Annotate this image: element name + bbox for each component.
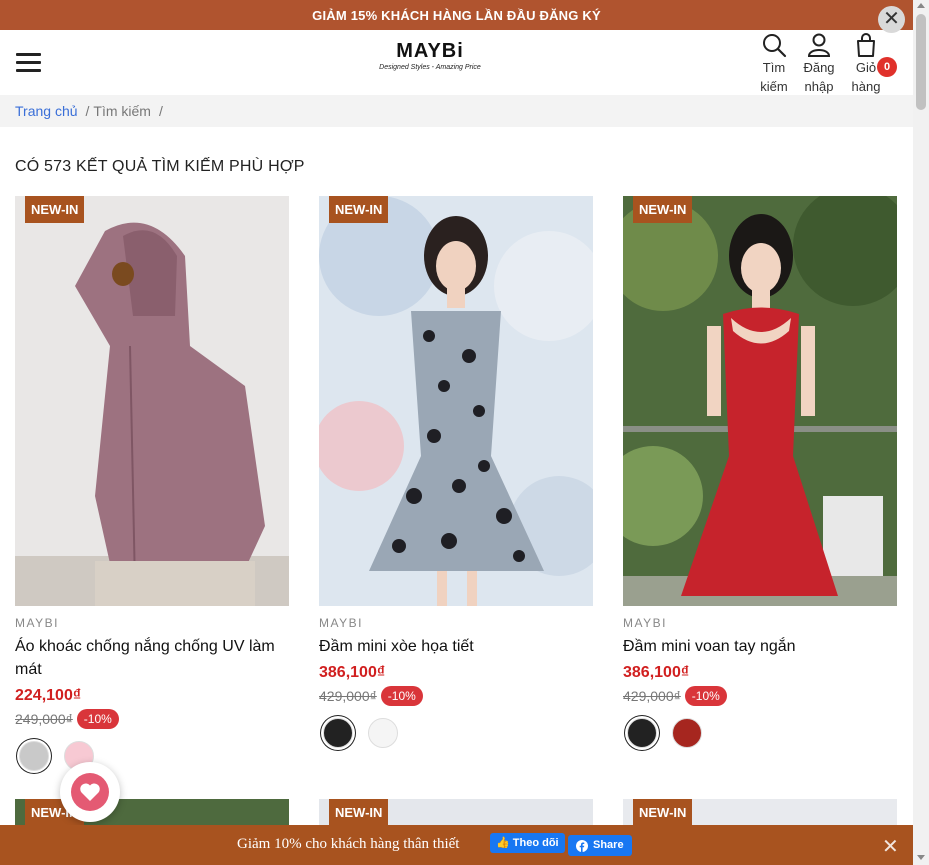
product-brand: MAYBI <box>15 616 59 630</box>
scrollbar[interactable] <box>913 0 929 865</box>
loyalty-text: Giảm 10% cho khách hàng thân thiết <box>237 836 460 852</box>
promo-text: GIẢM 15% KHÁCH HÀNG LẦN ĐẦU ĐĂNG KÝ <box>312 7 601 23</box>
login-button[interactable]: Đăng nhập <box>796 32 842 96</box>
breadcrumb-separator: / <box>85 103 90 119</box>
product-image[interactable]: NEW-IN <box>623 196 897 606</box>
product-price: 386,100₫ <box>319 664 386 681</box>
scroll-down-icon[interactable] <box>917 855 925 860</box>
cart-count-badge: 0 <box>877 57 897 77</box>
site-header: MAYBi Designed Styles - Amazing Price Tì… <box>0 30 913 95</box>
color-swatch[interactable] <box>672 718 702 748</box>
discount-badge: -10% <box>76 709 119 729</box>
product-name[interactable]: Đầm mini xòe họa tiết <box>319 635 593 658</box>
product-brand: MAYBI <box>623 616 667 630</box>
wishlist-button[interactable] <box>60 762 120 822</box>
product-old-price: 429,000₫ <box>319 688 377 704</box>
search-button[interactable]: Tìm kiếm <box>751 32 797 96</box>
search-label: Tìm kiếm <box>760 60 788 94</box>
share-button[interactable]: Share <box>568 835 632 856</box>
shopping-bag-icon <box>857 33 875 57</box>
loyalty-bar: Giảm 10% cho khách hàng thân thiết 👍 The… <box>0 825 913 865</box>
promo-banner[interactable]: GIẢM 15% KHÁCH HÀNG LẦN ĐẦU ĐĂNG KÝ <box>0 0 913 30</box>
product-card[interactable]: NEW-IN MAYBI Áo khoác chống nắng chống U… <box>15 196 289 771</box>
search-icon <box>763 34 787 58</box>
new-in-badge: NEW-IN <box>633 196 693 223</box>
product-old-price: 249,000₫ <box>15 711 73 727</box>
logo-wordmark: MAYBi <box>396 40 464 62</box>
color-swatch[interactable] <box>323 718 353 748</box>
close-icon[interactable]: ✕ <box>882 834 899 859</box>
results-title: CÓ 573 KẾT QUẢ TÌM KIẾM PHÙ HỢP <box>15 158 305 175</box>
menu-icon[interactable] <box>16 53 41 73</box>
close-icon[interactable]: ✕ <box>878 6 905 33</box>
facebook-icon <box>576 839 588 852</box>
logo-tagline: Designed Styles - Amazing Price <box>379 64 481 71</box>
color-swatches <box>319 718 593 748</box>
product-name[interactable]: Áo khoác chống nắng chống UV làm mát <box>15 635 289 681</box>
breadcrumb-separator: / <box>158 103 163 119</box>
product-price: 224,100₫ <box>15 687 82 704</box>
new-in-badge: NEW-IN <box>633 799 693 826</box>
new-in-badge: NEW-IN <box>329 196 389 223</box>
product-old-price-row: 429,000₫ -10% <box>319 686 593 706</box>
scrollbar-thumb[interactable] <box>916 14 926 110</box>
product-old-price-row: 429,000₫ -10% <box>623 686 897 706</box>
product-image[interactable]: NEW-IN <box>319 196 593 606</box>
scroll-up-icon[interactable] <box>917 3 925 8</box>
product-old-price: 429,000₫ <box>623 688 681 704</box>
breadcrumb: Trang chủ / Tìm kiếm / <box>0 95 913 127</box>
product-price: 386,100₫ <box>623 664 690 681</box>
login-label: Đăng nhập <box>803 60 835 94</box>
thumbs-up-icon: 👍 <box>496 837 510 849</box>
share-label: Share <box>593 839 624 851</box>
new-in-badge: NEW-IN <box>25 196 85 223</box>
color-swatch[interactable] <box>627 718 657 748</box>
color-swatch[interactable] <box>19 741 49 771</box>
product-brand: MAYBI <box>319 616 363 630</box>
color-swatches <box>623 718 897 748</box>
breadcrumb-home[interactable]: Trang chủ <box>15 103 78 119</box>
product-old-price-row: 249,000₫ -10% <box>15 709 289 729</box>
color-swatches <box>15 741 289 771</box>
logo[interactable]: MAYBi Designed Styles - Amazing Price <box>365 40 495 71</box>
follow-label: Theo dõi <box>512 837 559 849</box>
new-in-badge: NEW-IN <box>329 799 389 826</box>
user-icon <box>807 33 831 57</box>
follow-button[interactable]: 👍 Theo dõi <box>490 833 565 853</box>
product-card[interactable]: NEW-IN MAYBI Đầm mini voan tay ngắn 386,… <box>623 196 897 748</box>
discount-badge: -10% <box>684 686 727 706</box>
discount-badge: -10% <box>380 686 423 706</box>
color-swatch[interactable] <box>368 718 398 748</box>
product-card[interactable]: NEW-IN MAYBI Đầm mini xòe họa tiết 386,1… <box>319 196 593 748</box>
breadcrumb-current: Tìm kiếm <box>93 103 151 119</box>
heart-icon <box>80 783 100 801</box>
product-name[interactable]: Đầm mini voan tay ngắn <box>623 635 897 658</box>
product-image[interactable]: NEW-IN <box>15 196 289 606</box>
